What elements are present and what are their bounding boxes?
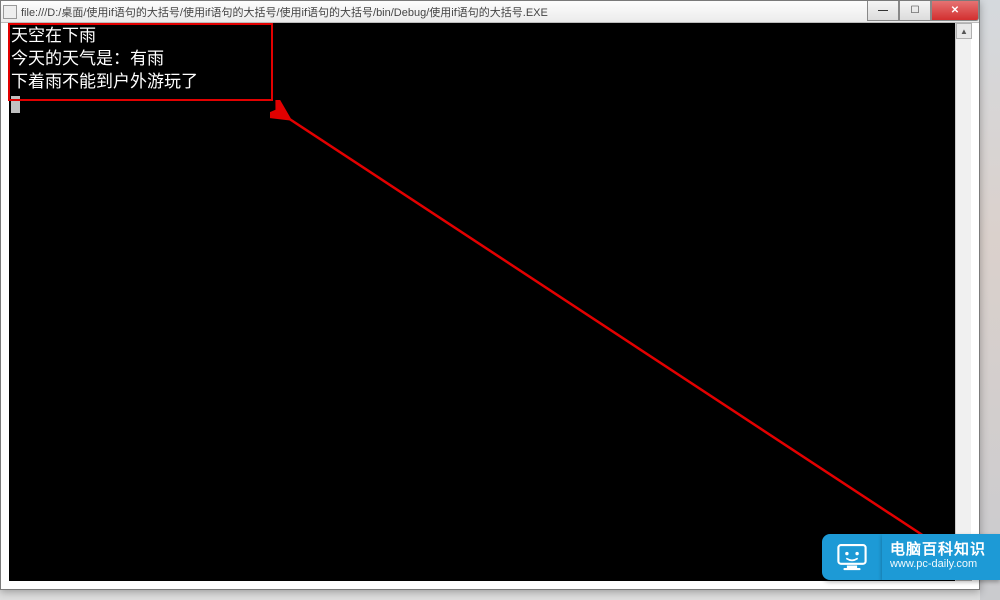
monitor-icon bbox=[835, 543, 869, 571]
titlebar[interactable]: file:///D:/桌面/使用if语句的大括号/使用if语句的大括号/使用if… bbox=[1, 1, 979, 23]
cursor-icon bbox=[11, 96, 20, 113]
console-line: 天空在下雨 bbox=[11, 26, 96, 46]
watermark-url: www.pc-daily.com bbox=[890, 557, 986, 571]
vertical-scrollbar[interactable]: ▲ ▼ bbox=[955, 23, 971, 581]
window-controls bbox=[867, 1, 979, 21]
console-line: 下着雨不能到户外游玩了 bbox=[11, 72, 198, 92]
console-line: 今天的天气是：有雨 bbox=[11, 49, 164, 69]
window-title: file:///D:/桌面/使用if语句的大括号/使用if语句的大括号/使用if… bbox=[21, 4, 977, 20]
background-blur bbox=[980, 0, 1000, 600]
scroll-up-arrow-icon[interactable]: ▲ bbox=[956, 23, 972, 39]
console-output: 天空在下雨 今天的天气是：有雨 下着雨不能到户外游玩了 bbox=[9, 23, 955, 119]
console-client-area[interactable]: 天空在下雨 今天的天气是：有雨 下着雨不能到户外游玩了 bbox=[9, 23, 955, 581]
minimize-button[interactable] bbox=[867, 1, 899, 21]
watermark-badge: 电脑百科知识 www.pc-daily.com bbox=[822, 534, 1000, 580]
close-button[interactable] bbox=[931, 1, 979, 21]
watermark-title: 电脑百科知识 bbox=[890, 542, 986, 557]
maximize-button[interactable] bbox=[899, 1, 931, 21]
watermark-text: 电脑百科知识 www.pc-daily.com bbox=[882, 534, 1000, 580]
app-icon bbox=[3, 5, 17, 19]
watermark-logo bbox=[822, 534, 882, 580]
console-window: file:///D:/桌面/使用if语句的大括号/使用if语句的大括号/使用if… bbox=[0, 0, 980, 590]
